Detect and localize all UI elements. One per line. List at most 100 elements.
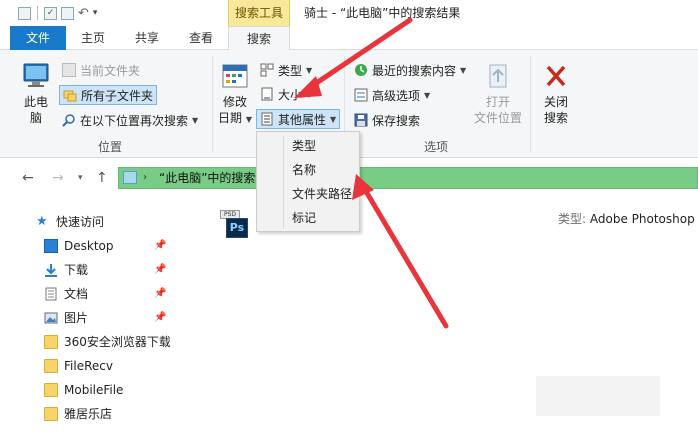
- current-folder-label: 当前文件夹: [80, 63, 141, 78]
- undo-icon[interactable]: ↶: [78, 6, 89, 21]
- type-button[interactable]: 类型 ▼: [260, 60, 312, 80]
- address-path: “此电脑”中的搜索结: [159, 171, 268, 185]
- nav-item-folder[interactable]: 360安全浏览器下载: [0, 330, 170, 354]
- chevron-down-icon: ▼: [306, 89, 313, 99]
- photoshop-icon: Ps: [226, 218, 248, 238]
- dropdown-item-folder-path[interactable]: 文件夹路径: [292, 184, 352, 204]
- advanced-options-icon: [354, 88, 368, 102]
- new-folder-icon[interactable]: [61, 6, 74, 20]
- search-results-icon: [123, 171, 137, 184]
- nav-item-pictures[interactable]: 图片 📌: [0, 306, 170, 330]
- divider: [530, 56, 531, 152]
- folder-icon: [44, 407, 58, 421]
- window-icon[interactable]: [18, 6, 31, 20]
- chevron-down-icon: ▼: [424, 90, 431, 100]
- type-key: 类型:: [558, 212, 587, 226]
- customize-qat-icon[interactable]: ▾: [93, 8, 98, 18]
- dropdown-item-name[interactable]: 名称: [292, 160, 316, 180]
- save-search-button[interactable]: 保存搜索: [354, 110, 420, 130]
- folder-icon: [44, 359, 58, 373]
- type-icon: [260, 63, 274, 77]
- recent-searches-button[interactable]: 最近的搜索内容 ▼: [354, 60, 466, 80]
- nav-item-folder[interactable]: MobileFile: [0, 378, 170, 402]
- location-group-label: 位置: [97, 140, 122, 154]
- blurred-area: [536, 376, 660, 416]
- star-icon: ★: [36, 214, 48, 229]
- address-bar[interactable]: › “此电脑”中的搜索结: [118, 167, 698, 189]
- pin-icon[interactable]: 📌: [154, 264, 166, 276]
- advanced-options-button[interactable]: 高级选项 ▼: [354, 85, 430, 105]
- pin-icon[interactable]: 📌: [154, 240, 166, 252]
- divider: [212, 56, 213, 152]
- nav-item-documents[interactable]: 文档 📌: [0, 282, 170, 306]
- advanced-options-label: 高级选项: [372, 88, 421, 103]
- folder-icon: [62, 63, 76, 77]
- options-group-label: 选项: [423, 140, 448, 154]
- other-properties-label: 其他属性: [278, 112, 327, 127]
- forward-icon[interactable]: →: [52, 170, 64, 186]
- nav-item-folder[interactable]: FileRecv: [0, 354, 170, 378]
- tab-view[interactable]: 查看: [176, 26, 226, 50]
- properties-icon: [260, 112, 274, 126]
- download-icon: [44, 263, 58, 277]
- recent-locations-icon[interactable]: ▾: [78, 173, 83, 183]
- divider: [37, 6, 38, 20]
- dropdown-item-type[interactable]: 类型: [292, 136, 316, 156]
- pin-icon[interactable]: 📌: [154, 288, 166, 300]
- this-pc-icon: [23, 63, 49, 87]
- other-properties-dropdown: 类型 名称 文件夹路径 标记: [256, 131, 360, 232]
- nav-item-quick-access[interactable]: ★ 快速访问: [0, 210, 170, 234]
- window-title: 骑士 - “此电脑”中的搜索结果: [304, 6, 461, 20]
- divider: [283, 136, 284, 229]
- desktop-icon: [44, 239, 58, 253]
- tab-file[interactable]: 文件: [10, 26, 66, 50]
- open-file-location-button[interactable]: 打开 文件位置: [470, 62, 526, 126]
- other-properties-button[interactable]: 其他属性 ▼: [256, 109, 341, 129]
- size-icon: [260, 87, 274, 101]
- file-type-detail: 类型: Adobe Photoshop: [558, 210, 695, 227]
- close-search-button[interactable]: 关闭 搜索: [536, 62, 576, 126]
- chevron-down-icon: ▼: [192, 115, 199, 125]
- tab-share[interactable]: 共享: [120, 26, 174, 50]
- modified-date-label-1: 修改: [222, 95, 247, 109]
- calendar-icon: [222, 64, 248, 88]
- properties-icon[interactable]: ✓: [44, 6, 57, 20]
- back-icon[interactable]: ←: [22, 170, 34, 186]
- all-subfolders-button[interactable]: 所有子文件夹: [59, 85, 158, 105]
- search-again-button[interactable]: 在以下位置再次搜索 ▼: [62, 110, 198, 130]
- nav-item-desktop[interactable]: Desktop 📌: [0, 234, 170, 258]
- recent-searches-label: 最近的搜索内容: [372, 63, 457, 78]
- nav-item-downloads[interactable]: 下载 📌: [0, 258, 170, 282]
- type-label: 类型: [278, 63, 303, 78]
- nav-label: 360安全浏览器下载: [64, 335, 170, 349]
- dropdown-item-tags[interactable]: 标记: [292, 208, 316, 228]
- folder-icon: [44, 335, 58, 349]
- this-pc-button[interactable]: 此电 脑: [18, 62, 54, 126]
- modified-date-button[interactable]: 修改 日期 ▼: [218, 62, 252, 128]
- ribbon-tabs: 文件 主页 共享 查看 搜索: [0, 26, 698, 51]
- this-pc-label-2: 脑: [29, 111, 42, 125]
- tab-home[interactable]: 主页: [68, 26, 118, 50]
- document-icon: [44, 287, 58, 301]
- nav-label: MobileFile: [64, 383, 124, 397]
- nav-label: FileRecv: [64, 359, 113, 373]
- open-location-icon: [489, 64, 507, 88]
- folder-icon: [44, 383, 58, 397]
- psd-file-icon[interactable]: PSD Ps: [220, 210, 250, 240]
- current-folder-button[interactable]: 当前文件夹: [62, 60, 140, 80]
- tab-search[interactable]: 搜索: [228, 26, 290, 51]
- quick-access-toolbar: ✓ ↶ ▾: [18, 4, 97, 22]
- title-bar: ✓ ↶ ▾ 搜索工具 骑士 - “此电脑”中的搜索结果: [0, 0, 698, 26]
- chevron-right-icon[interactable]: ›: [143, 168, 147, 188]
- nav-item-folder[interactable]: 雅居乐店: [0, 402, 170, 426]
- save-icon: [354, 113, 368, 127]
- search-tools-context-tab: 搜索工具: [228, 0, 290, 26]
- up-icon[interactable]: ↑: [96, 170, 108, 186]
- open-location-label-1: 打开: [485, 95, 510, 109]
- size-button[interactable]: 大小 ▼: [260, 84, 312, 104]
- close-search-label-1: 关闭: [543, 95, 568, 109]
- pin-icon[interactable]: 📌: [154, 312, 166, 324]
- close-icon: [546, 65, 566, 87]
- save-search-label: 保存搜索: [372, 113, 421, 128]
- pictures-icon: [44, 311, 58, 325]
